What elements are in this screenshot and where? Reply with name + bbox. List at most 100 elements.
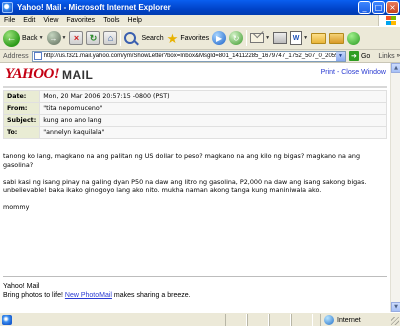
address-url[interactable]: http://us.f321.mail.yahoo.com/ym/ShowLet…: [44, 53, 336, 59]
title-bar: Yahoo! Mail - Microsoft Internet Explore…: [0, 0, 400, 15]
body-signature: mommy: [3, 203, 30, 211]
links-button[interactable]: Links: [378, 53, 394, 60]
home-button[interactable]: ⌂: [103, 31, 118, 45]
media-icon: ▶: [212, 31, 227, 45]
vertical-scrollbar[interactable]: ▲ ▼: [390, 63, 400, 312]
ie-icon: [2, 2, 13, 13]
body-paragraph: tanong ko lang, magkano na ang palitan n…: [3, 152, 361, 169]
header-key: Date:: [2, 90, 41, 103]
address-input[interactable]: http://us.f321.mail.yahoo.com/ym/ShowLet…: [31, 50, 346, 62]
window-title: Yahoo! Mail - Microsoft Internet Explore…: [17, 3, 171, 12]
toolbar: ← Back ▼ → ▼ × ↻ ⌂ Search ★ Favorites ▶ …: [0, 26, 400, 50]
history-icon: ↻: [229, 31, 244, 45]
menu-help[interactable]: Help: [128, 17, 142, 24]
search-button[interactable]: Search: [124, 32, 164, 44]
header-divider: [3, 86, 387, 88]
security-zone: Internet: [320, 314, 361, 326]
windows-logo-icon: [378, 15, 400, 26]
menu-favorites[interactable]: Favorites: [66, 17, 95, 24]
page-icon: [33, 52, 42, 60]
menu-view[interactable]: View: [43, 17, 58, 24]
mail-icon: [250, 33, 265, 43]
photomail-link[interactable]: New PhotoMail: [65, 292, 112, 299]
menu-bar: File Edit View Favorites Tools Help: [0, 15, 400, 26]
address-label: Address: [3, 52, 29, 60]
edit-document-icon: W: [290, 31, 303, 45]
favorites-label: Favorites: [180, 34, 210, 42]
menu-edit[interactable]: Edit: [23, 17, 35, 24]
maximize-button[interactable]: □: [372, 1, 385, 14]
body-paragraph: sabi kasi ng isang pinay na galing dyan …: [3, 177, 367, 195]
header-value: "tita nepomuceno": [39, 102, 387, 115]
zone-label: Internet: [337, 316, 361, 324]
media-button[interactable]: ▶: [212, 31, 227, 45]
header-key: To:: [2, 126, 41, 139]
home-icon: ⌂: [103, 31, 118, 45]
message-headers: Date: Mon, 20 Mar 2006 20:57:15 -0800 (P…: [2, 90, 387, 139]
print-button[interactable]: [273, 32, 288, 44]
forward-button[interactable]: → ▼: [46, 31, 67, 45]
link-separator: -: [336, 69, 340, 76]
go-label: Go: [360, 52, 371, 60]
printer-icon: [273, 32, 288, 44]
chevron-right-icon[interactable]: »: [397, 53, 400, 59]
refresh-icon: ↻: [86, 31, 101, 45]
toolbar-divider: [246, 30, 248, 46]
menu-tools[interactable]: Tools: [103, 17, 119, 24]
header-value: Mon, 20 Mar 2006 20:57:15 -0800 (PST): [39, 90, 387, 103]
close-window-link[interactable]: Close Window: [341, 69, 386, 76]
yahoo-logo: YAHOO!: [5, 66, 60, 82]
refresh-button[interactable]: ↻: [86, 31, 101, 45]
minimize-button[interactable]: _: [358, 1, 371, 14]
folder-icon: [311, 32, 327, 44]
scroll-up-icon[interactable]: ▲: [391, 63, 400, 73]
header-key: From:: [2, 102, 41, 115]
go-arrow-icon: ➜: [348, 51, 359, 61]
chevron-down-icon[interactable]: ▼: [335, 51, 345, 61]
chevron-down-icon[interactable]: ▼: [39, 35, 44, 41]
close-button[interactable]: ×: [386, 1, 399, 14]
research-icon: [329, 32, 345, 44]
edit-button[interactable]: W ▼: [290, 31, 308, 45]
toolbar-divider: [120, 30, 122, 46]
chevron-down-icon[interactable]: ▼: [265, 35, 270, 41]
print-close-links: Print - Close Window: [321, 69, 386, 76]
globe-icon: [324, 315, 334, 325]
back-label: Back: [22, 34, 38, 42]
chevron-down-icon[interactable]: ▼: [303, 35, 308, 41]
mail-button[interactable]: ▼: [250, 33, 270, 43]
window-controls: _ □ ×: [358, 1, 399, 14]
back-button[interactable]: ← Back ▼: [3, 29, 44, 47]
resize-grip[interactable]: [391, 317, 399, 325]
discuss-button[interactable]: [311, 32, 327, 44]
footer-line: Bring photos to life! New PhotoMail make…: [3, 291, 191, 300]
header-row: Subject: kung ano ano lang: [2, 114, 387, 127]
star-icon: ★: [166, 30, 179, 46]
page-status-icon: [2, 314, 12, 325]
footer-divider: [3, 276, 387, 277]
footer-text: makes sharing a breeze.: [113, 292, 191, 299]
header-row: From: "tita nepomuceno": [2, 102, 387, 115]
header-row: Date: Mon, 20 Mar 2006 20:57:15 -0800 (P…: [2, 90, 387, 103]
print-link[interactable]: Print: [321, 69, 335, 76]
menu-file[interactable]: File: [4, 17, 15, 24]
header-row: To: "annelyn kaquilala": [2, 126, 387, 139]
stop-button[interactable]: ×: [69, 31, 84, 45]
footer-text: Bring photos to life!: [3, 292, 63, 299]
header-value: "annelyn kaquilala": [39, 126, 387, 139]
favorites-button[interactable]: ★ Favorites: [167, 32, 209, 45]
back-arrow-icon: ←: [3, 29, 20, 47]
message-footer: Yahoo! Mail Bring photos to life! New Ph…: [3, 282, 191, 300]
chevron-down-icon[interactable]: ▼: [62, 35, 67, 41]
scroll-down-icon[interactable]: ▼: [391, 302, 400, 312]
stop-icon: ×: [69, 31, 84, 45]
forward-arrow-icon: →: [46, 31, 61, 45]
messenger-button[interactable]: [347, 31, 361, 45]
messenger-icon: [347, 31, 361, 45]
yahoo-mail-wordmark: MAIL: [62, 68, 94, 82]
footer-line: Yahoo! Mail: [3, 283, 40, 290]
status-panes: [225, 314, 313, 326]
history-button[interactable]: ↻: [229, 31, 244, 45]
go-button[interactable]: ➜ Go: [348, 51, 371, 61]
research-button[interactable]: [329, 32, 345, 44]
